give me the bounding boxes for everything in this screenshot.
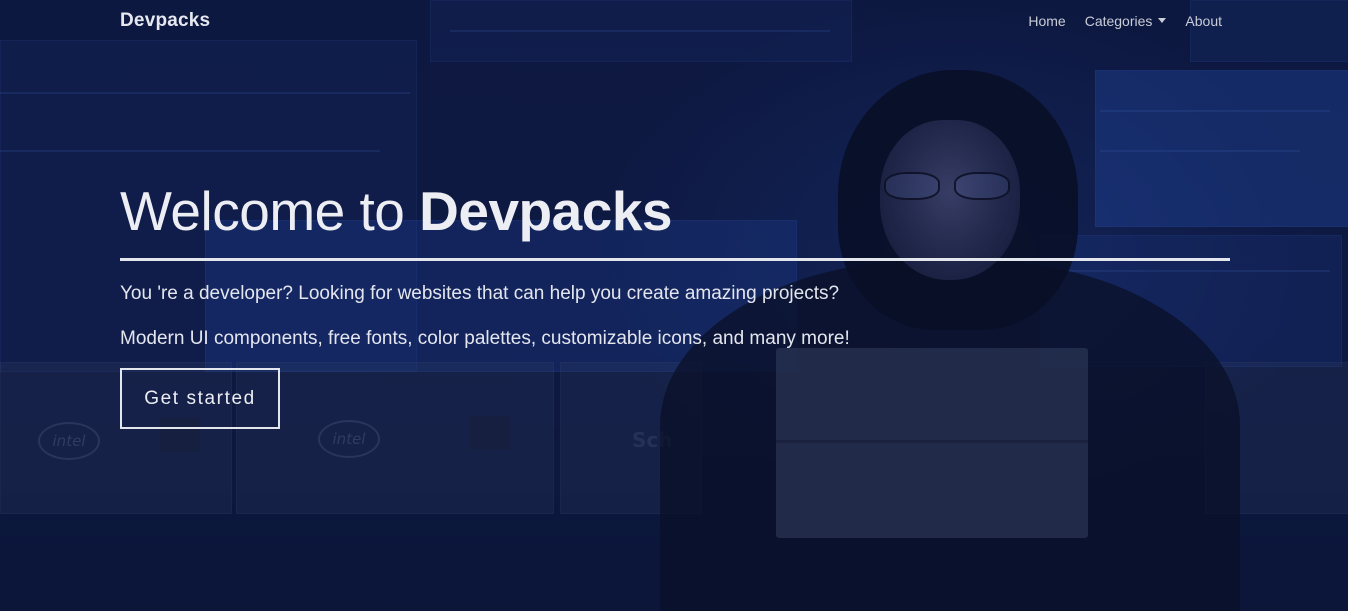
hero-description: Modern UI components, free fonts, color …: [120, 328, 850, 349]
hero-tagline: You 're a developer? Looking for website…: [120, 283, 840, 304]
hero-title-prefix: Welcome to: [120, 180, 420, 242]
nav-about-label: About: [1185, 13, 1222, 29]
hero-section: Welcome to Devpacks You 're a developer?…: [120, 178, 1230, 429]
get-started-button[interactable]: Get started: [120, 368, 280, 429]
caret-down-icon: [1158, 17, 1167, 23]
hero-title: Welcome to Devpacks: [120, 178, 1230, 244]
nav-home-label: Home: [1028, 13, 1066, 29]
hero-divider: [120, 258, 1230, 261]
nav-home[interactable]: Home: [1028, 13, 1065, 29]
brand-logo[interactable]: Devpacks: [120, 10, 210, 32]
nav-categories-dropdown[interactable]: Categories: [1085, 13, 1167, 29]
nav-links: Home Categories About: [1028, 13, 1222, 29]
nav-about[interactable]: About: [1185, 13, 1222, 29]
hero-title-emphasis: Devpacks: [419, 180, 673, 242]
nav-categories-label: Categories: [1084, 13, 1153, 29]
navbar: Devpacks Home Categories About: [0, 0, 1348, 44]
